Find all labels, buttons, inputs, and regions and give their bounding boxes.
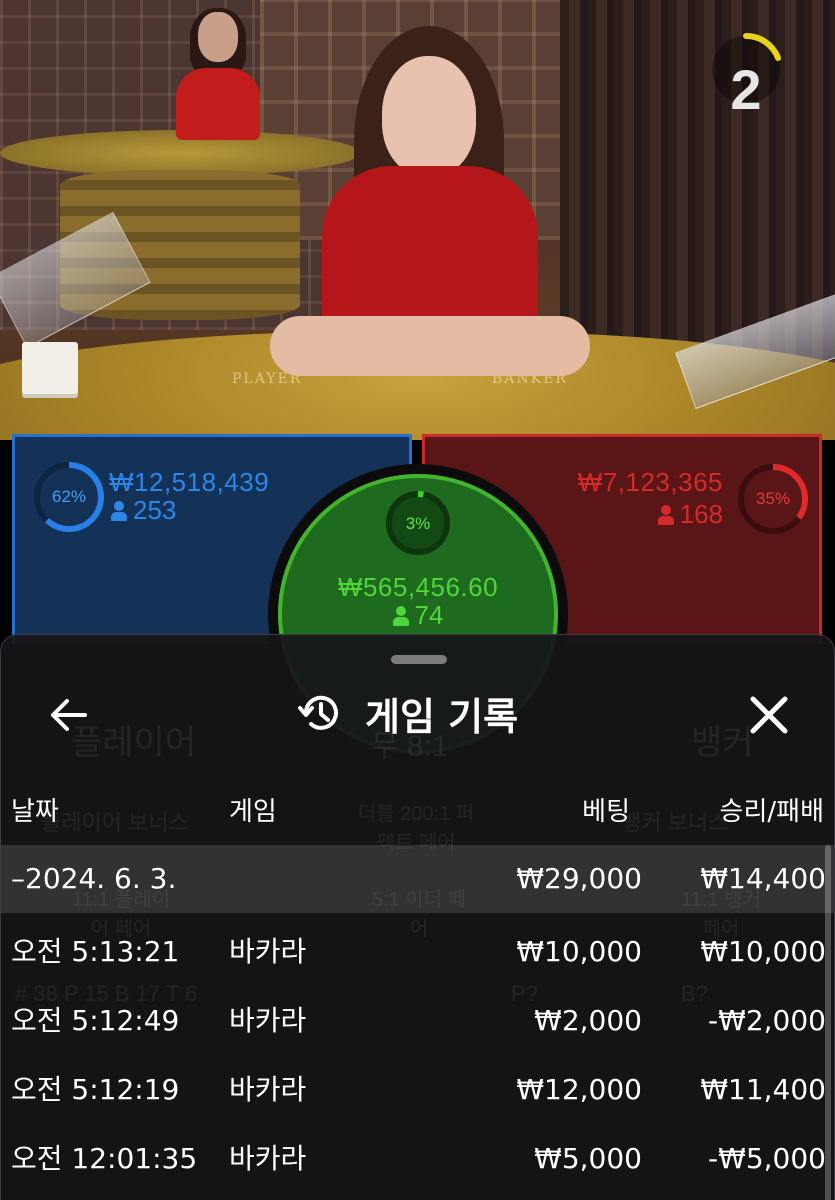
live-video-stream: PLAYER BANKER 2 xyxy=(0,0,835,440)
background-dealer xyxy=(176,8,260,140)
banker-bet-total: ₩7,123,365 xyxy=(577,467,723,497)
history-row-bet: ₩2,000 xyxy=(534,1004,642,1037)
history-row-game: 바카라 xyxy=(229,1004,307,1037)
tie-bettor-count: 74 xyxy=(282,600,554,631)
countdown-number: 2 xyxy=(730,58,762,121)
player-bettor-count: 253 xyxy=(111,495,176,526)
date-group-date: –2024. 6. 3. xyxy=(11,862,177,895)
sheet-header: 게임 기록 xyxy=(297,683,518,743)
person-icon xyxy=(657,505,674,525)
player-percent: 62% xyxy=(51,487,87,506)
history-row-game: 바카라 xyxy=(229,1073,307,1106)
sheet-scrollbar[interactable] xyxy=(825,845,831,1200)
column-header-bet: 베팅 xyxy=(582,797,630,827)
player-bet-total: ₩12,518,439 xyxy=(109,467,270,497)
bg-player-bonus: 플레이어 보너스 xyxy=(41,810,189,835)
bg-banker-bonus: 뱅커 보너스 xyxy=(621,810,729,835)
tie-bet-total: ₩565,456.60 xyxy=(337,572,499,602)
close-icon xyxy=(750,696,788,734)
history-row-bet: ₩5,000 xyxy=(534,1142,642,1175)
column-header-result: 승리/패배 xyxy=(719,797,824,827)
game-history-sheet: 플레이어 무 8:1 뱅커 플레이어 보너스 더블 200:1 퍼펙트 페어 뱅… xyxy=(0,634,835,1200)
history-row-bet: ₩12,000 xyxy=(516,1073,642,1106)
date-group-bet-total: ₩29,000 xyxy=(516,862,642,895)
history-row[interactable]: 오전 5:12:49 바카라 ₩2,000 -₩2,000 xyxy=(1,987,834,1055)
history-row-bet: ₩10,000 xyxy=(516,935,642,968)
history-row-result: -₩5,000 xyxy=(708,1142,826,1175)
date-group-result-total: ₩14,400 xyxy=(700,862,826,895)
history-row-time: 오전 5:12:19 xyxy=(11,1073,180,1106)
column-header-game: 게임 xyxy=(229,797,277,827)
date-group-row[interactable]: –2024. 6. 3. ₩29,000 ₩14,400 xyxy=(1,845,834,913)
background-curtain xyxy=(560,0,835,360)
person-icon xyxy=(392,606,409,626)
banker-bettor-count: 168 xyxy=(657,499,723,530)
tie-percent: 3% xyxy=(405,514,431,533)
card-stack xyxy=(22,342,78,394)
history-row[interactable]: 오전 5:12:19 바카라 ₩12,000 ₩11,400 xyxy=(1,1056,834,1124)
banker-percent: 35% xyxy=(755,489,791,508)
sheet-drag-handle[interactable] xyxy=(391,655,447,664)
history-row[interactable]: 오전 12:01:35 바카라 ₩5,000 -₩5,000 xyxy=(1,1125,834,1193)
history-row-result: ₩10,000 xyxy=(700,935,826,968)
history-row-result: ₩11,400 xyxy=(700,1073,826,1106)
close-button[interactable] xyxy=(741,687,797,743)
history-row-game: 바카라 xyxy=(229,935,307,968)
person-icon xyxy=(111,501,127,521)
sheet-title: 게임 기록 xyxy=(365,694,519,739)
history-row-result: -₩2,000 xyxy=(708,1004,826,1037)
history-row-time: 오전 12:01:35 xyxy=(11,1142,198,1175)
back-button[interactable] xyxy=(41,687,97,743)
arrow-left-icon xyxy=(51,699,87,731)
column-header-date: 날짜 xyxy=(11,797,59,827)
history-row[interactable]: 오전 5:13:21 바카라 ₩10,000 ₩10,000 xyxy=(1,918,834,986)
history-row-time: 오전 5:13:21 xyxy=(11,935,180,968)
history-icon xyxy=(298,695,338,730)
countdown-timer: 2 xyxy=(706,30,786,121)
history-row-game: 바카라 xyxy=(229,1142,307,1175)
dealer xyxy=(270,26,590,386)
history-row-time: 오전 5:12:49 xyxy=(11,1004,180,1037)
